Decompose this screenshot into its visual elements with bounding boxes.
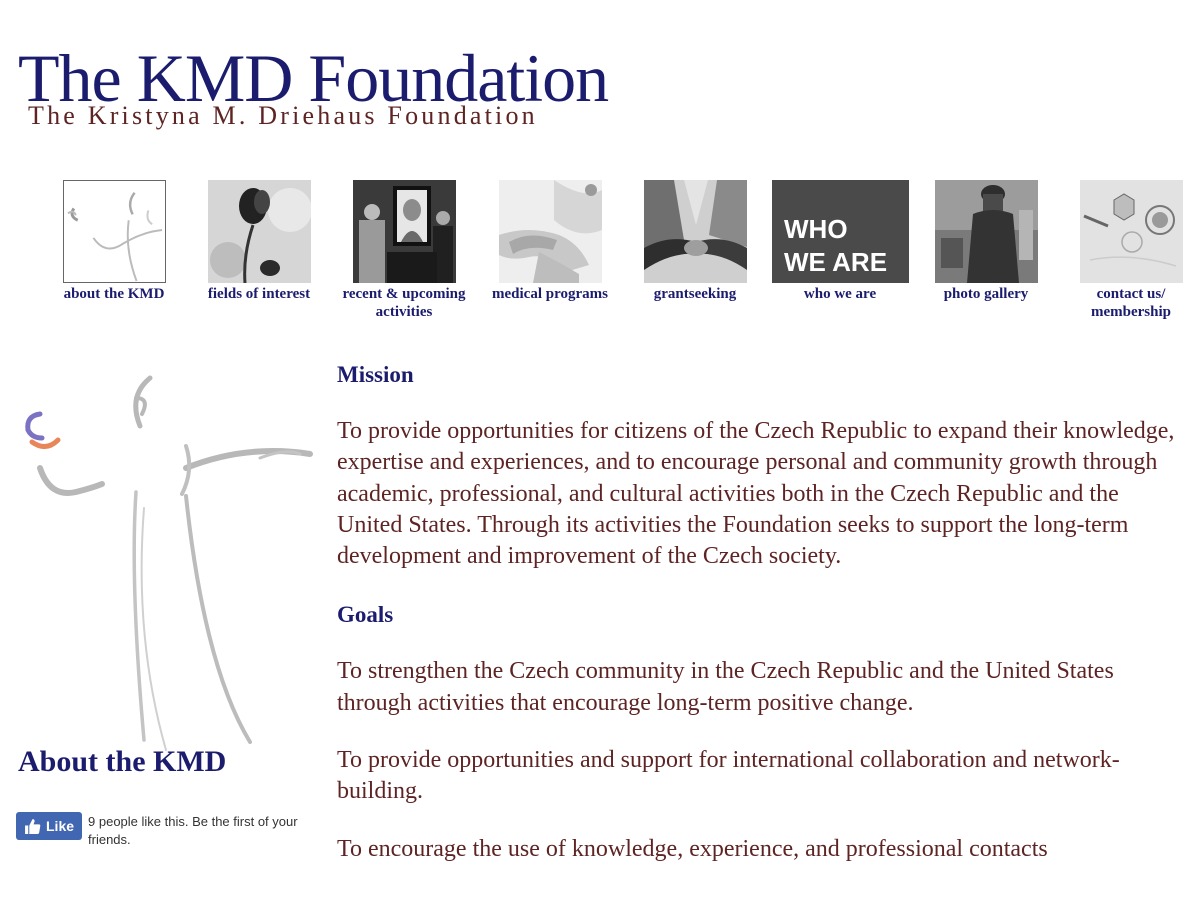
goals-heading: Goals: [337, 602, 394, 628]
goal-item: To strengthen the Czech community in the…: [337, 658, 1114, 716]
event-portrait-photo-thumbnail: [352, 180, 456, 283]
handshake-photo-thumbnail: [643, 180, 747, 283]
nav-item-photo-gallery[interactable]: photo gallery: [913, 180, 1059, 303]
nav-item-about[interactable]: about the KMD: [41, 180, 187, 303]
goal-item: To encourage the use of knowledge, exper…: [337, 835, 1048, 862]
nav-item-grantseeking[interactable]: grantseeking: [622, 180, 768, 303]
facebook-like-widget: Like 9 people like this. Be the first of…: [16, 812, 308, 849]
site-subtitle: The Kristyna M. Driehaus Foundation: [28, 101, 538, 130]
thumbs-up-icon: [25, 818, 41, 834]
goal-item: To provide opportunities and support for…: [337, 747, 1120, 805]
mission-text: To provide opportunities for citizens of…: [337, 418, 1175, 570]
nav-label: medical programs: [492, 286, 608, 302]
sidebar-heading: About the KMD: [18, 745, 227, 778]
nav-label: grantseeking: [653, 286, 737, 302]
who-we-are-thumb-line1: WHO: [784, 214, 848, 244]
like-button-label: Like: [46, 818, 75, 834]
hands-photo-thumbnail: [498, 180, 602, 283]
nav-item-medical-programs[interactable]: medical programs: [477, 180, 623, 303]
facebook-like-button[interactable]: Like: [16, 812, 83, 840]
nav-item-who-we-are[interactable]: WHO WE ARE who we are: [767, 180, 913, 303]
nav-label: contact us/ membership: [1091, 286, 1171, 320]
kmd-figure-thumbnail: [62, 180, 166, 283]
nav-item-fields-of-interest[interactable]: fields of interest: [186, 180, 332, 303]
nav-label: who we are: [803, 286, 877, 302]
stamped-envelope-thumbnail: [1079, 180, 1183, 283]
nav-label: photo gallery: [943, 286, 1029, 302]
main-nav: about the KMD fields of interest recent …: [0, 180, 1200, 330]
who-we-are-thumb-line2: WE ARE: [784, 247, 887, 277]
nav-label: recent & upcoming activities: [342, 286, 466, 320]
nav-item-contact-membership[interactable]: contact us/ membership: [1058, 180, 1200, 321]
nav-label: fields of interest: [207, 286, 311, 302]
who-we-are-thumbnail: WHO WE ARE: [771, 180, 909, 283]
flower-photo-thumbnail: [207, 180, 311, 283]
nav-label: about the KMD: [63, 286, 165, 302]
statue-photo-thumbnail: [934, 180, 1038, 283]
kmd-figure-logo: [10, 372, 330, 752]
nav-item-recent-upcoming-activities[interactable]: recent & upcoming activities: [331, 180, 477, 321]
main-content: Mission To provide opportunities for cit…: [337, 358, 1187, 891]
like-count-text: 9 people like this. Be the first of your…: [88, 814, 298, 847]
mission-heading: Mission: [337, 362, 414, 387]
